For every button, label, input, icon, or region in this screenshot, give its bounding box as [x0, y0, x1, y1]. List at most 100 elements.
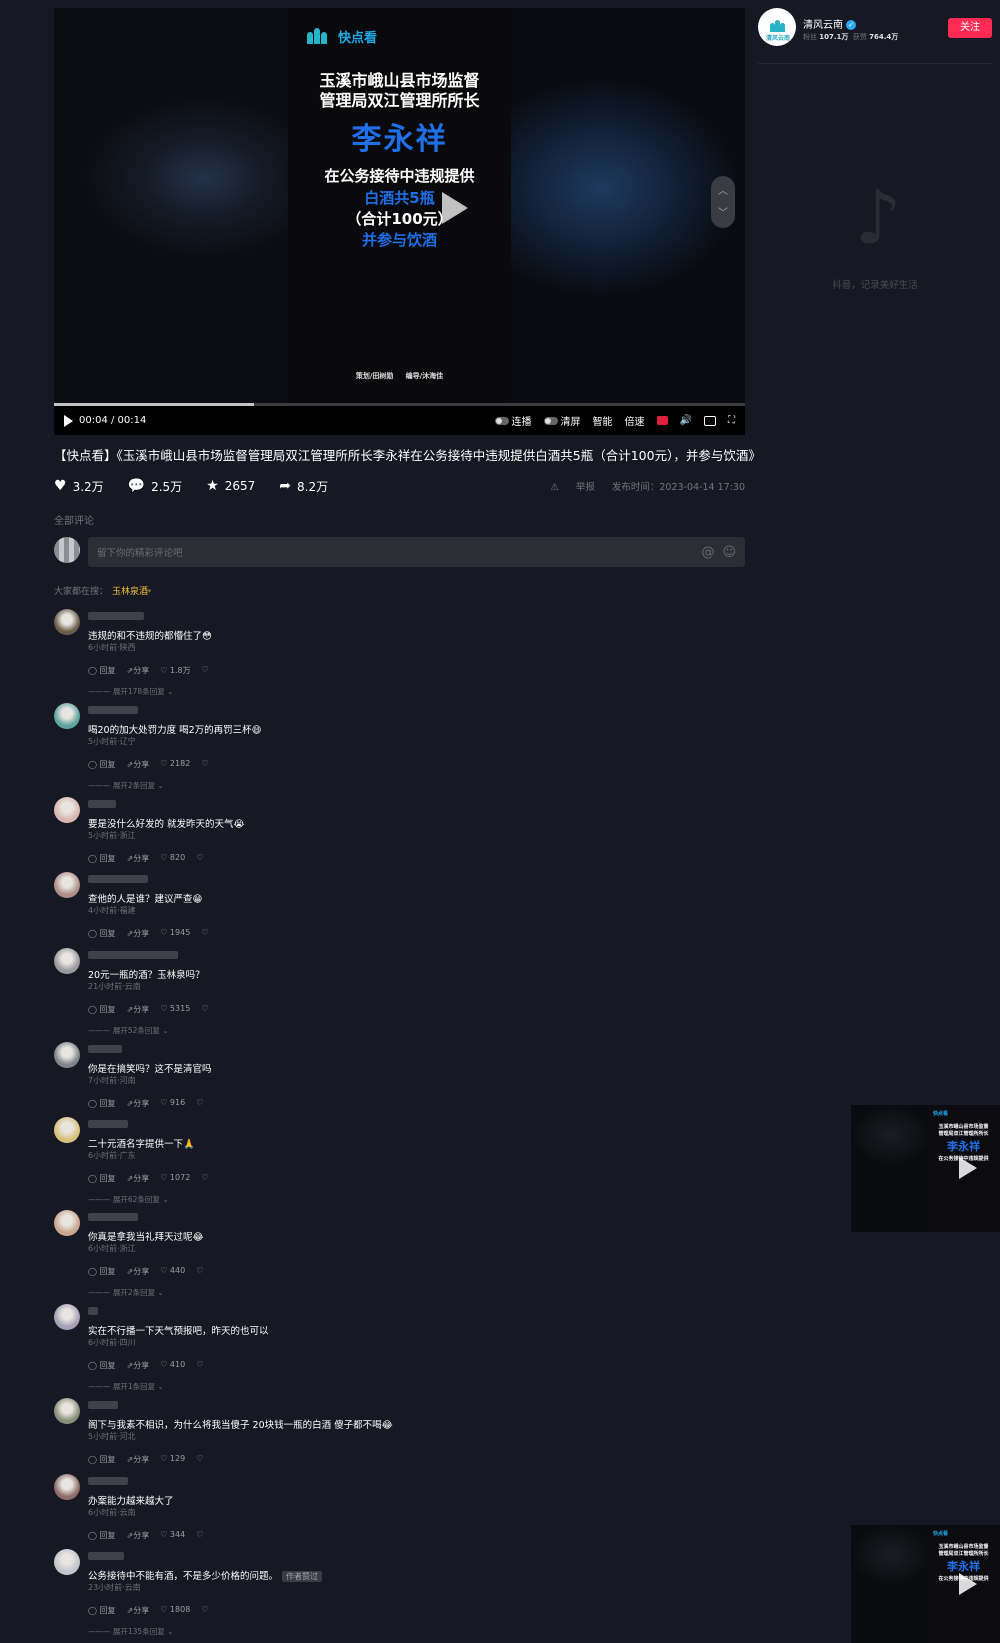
comment-button[interactable]: 💬 2.5万 — [128, 478, 183, 495]
avatar[interactable] — [54, 609, 80, 635]
like-button[interactable]: ♥ 3.2万 — [54, 478, 104, 495]
like-button[interactable]: ♡ 1945 — [160, 928, 190, 939]
share-button[interactable]: ⇗分享 — [127, 1004, 150, 1015]
avatar[interactable] — [54, 1549, 80, 1575]
like-button[interactable]: ♡ 1.8万 — [160, 665, 190, 676]
avatar[interactable] — [54, 1304, 80, 1330]
clearscreen-toggle[interactable]: 清屏 — [543, 413, 581, 428]
comment-nickname[interactable] — [88, 1045, 122, 1053]
share-button[interactable]: ➦ 8.2万 — [279, 478, 328, 495]
share-button[interactable]: ⇗分享 — [127, 853, 150, 864]
mention-icon[interactable]: @ — [701, 545, 714, 560]
video-switch-scroller[interactable]: ︿ ﹀ — [711, 176, 735, 228]
reply-button[interactable]: ◯ 回复 — [88, 759, 116, 770]
author-avatar[interactable]: 清风云南 — [758, 8, 796, 46]
emoji-icon[interactable]: ☺ — [722, 545, 736, 560]
speed-button[interactable]: 倍速 — [625, 413, 645, 428]
share-button[interactable]: ⇗分享 — [127, 1530, 150, 1541]
expand-replies-link[interactable]: ——— 展开1条回复 ⌄ — [88, 1381, 164, 1392]
avatar[interactable] — [54, 872, 80, 898]
favorite-button[interactable]: ★ 2657 — [206, 478, 255, 494]
like-button[interactable]: ♡ 916 — [160, 1098, 185, 1109]
reply-button[interactable]: ◯ 回复 — [88, 1454, 116, 1465]
chevron-up-icon[interactable]: ︿ — [711, 182, 735, 197]
pip-button[interactable] — [704, 415, 716, 426]
expand-replies-link[interactable]: ——— 展开2条回复 ⌄ — [88, 780, 164, 791]
dislike-button[interactable]: ♡ — [196, 1098, 203, 1109]
reply-button[interactable]: ◯ 回复 — [88, 928, 116, 939]
reply-button[interactable]: ◯ 回复 — [88, 1605, 116, 1616]
comment-nickname[interactable] — [88, 1213, 138, 1221]
reply-button[interactable]: ◯ 回复 — [88, 665, 116, 676]
avatar[interactable] — [54, 1398, 80, 1424]
share-button[interactable]: ⇗分享 — [127, 1454, 150, 1465]
avatar[interactable] — [54, 703, 80, 729]
expand-replies-link[interactable]: ——— 展开178条回复 ⌄ — [88, 686, 173, 697]
share-button[interactable]: ⇗分享 — [127, 665, 150, 676]
expand-replies-link[interactable]: ——— 展开135条回复 ⌄ — [88, 1626, 173, 1637]
avatar[interactable] — [54, 948, 80, 974]
comment-nickname[interactable] — [88, 612, 144, 620]
search-suggestion-link[interactable]: 玉林泉酒 — [112, 587, 148, 597]
chevron-down-icon[interactable]: ﹀ — [711, 204, 735, 219]
author-name[interactable]: 清风云南 ✓ — [803, 16, 856, 31]
share-button[interactable]: ⇗分享 — [127, 928, 150, 939]
fullscreen-button[interactable]: ⛶ — [728, 415, 735, 426]
dislike-button[interactable]: ♡ — [196, 1266, 203, 1277]
share-button[interactable]: ⇗分享 — [127, 1360, 150, 1371]
follow-button[interactable]: 关注 — [948, 18, 992, 38]
danmu-button[interactable] — [656, 416, 668, 425]
like-button[interactable]: ♡ 344 — [160, 1530, 185, 1541]
like-button[interactable]: ♡ 1072 — [160, 1173, 190, 1184]
comment-nickname[interactable] — [88, 800, 116, 808]
reply-button[interactable]: ◯ 回复 — [88, 1004, 116, 1015]
like-button[interactable]: ♡ 440 — [160, 1266, 185, 1277]
play-overlay-icon[interactable] — [442, 192, 468, 224]
comment-nickname[interactable] — [88, 1401, 118, 1409]
comment-nickname[interactable] — [88, 1552, 124, 1560]
dislike-button[interactable]: ♡ — [196, 1530, 203, 1541]
share-button[interactable]: ⇗分享 — [127, 1605, 150, 1616]
expand-replies-link[interactable]: ——— 展开62条回复 ⌄ — [88, 1194, 169, 1205]
autoplay-toggle[interactable]: 连播 — [494, 413, 532, 428]
dislike-button[interactable]: ♡ — [201, 759, 208, 770]
report-link[interactable]: ⚠ 举报 — [550, 482, 595, 493]
reply-button[interactable]: ◯ 回复 — [88, 1098, 116, 1109]
volume-button[interactable]: 🔊 — [680, 415, 692, 426]
dislike-button[interactable]: ♡ — [201, 1605, 208, 1616]
reply-button[interactable]: ◯ 回复 — [88, 853, 116, 864]
comment-nickname[interactable] — [88, 951, 178, 959]
share-button[interactable]: ⇗分享 — [127, 1173, 150, 1184]
avatar[interactable] — [54, 1474, 80, 1500]
share-button[interactable]: ⇗分享 — [127, 759, 150, 770]
comment-input[interactable]: 留下你的精彩评论吧 @ ☺ — [88, 537, 745, 567]
like-button[interactable]: ♡ 5315 — [160, 1004, 190, 1015]
comment-nickname[interactable] — [88, 1120, 128, 1128]
reply-button[interactable]: ◯ 回复 — [88, 1360, 116, 1371]
dislike-button[interactable]: ♡ — [201, 1173, 208, 1184]
comment-nickname[interactable] — [88, 1477, 128, 1485]
related-video-thumbnail[interactable]: 快点看 玉溪市峨山县市场监督 管理局双江管理所所长 李永祥 在公务接待中违规提供 — [851, 1525, 1000, 1643]
dislike-button[interactable]: ♡ — [201, 928, 208, 939]
like-button[interactable]: ♡ 410 — [160, 1360, 185, 1371]
reply-button[interactable]: ◯ 回复 — [88, 1530, 116, 1541]
comment-nickname[interactable] — [88, 706, 138, 714]
share-button[interactable]: ⇗分享 — [127, 1098, 150, 1109]
dislike-button[interactable]: ♡ — [196, 1360, 203, 1371]
reply-button[interactable]: ◯ 回复 — [88, 1173, 116, 1184]
avatar[interactable] — [54, 1210, 80, 1236]
avatar[interactable] — [54, 797, 80, 823]
like-button[interactable]: ♡ 2182 — [160, 759, 190, 770]
dislike-button[interactable]: ♡ — [196, 853, 203, 864]
play-icon[interactable] — [64, 414, 73, 427]
share-button[interactable]: ⇗分享 — [127, 1266, 150, 1277]
avatar[interactable] — [54, 1042, 80, 1068]
dislike-button[interactable]: ♡ — [202, 665, 209, 676]
video-player[interactable]: 快点看 玉溪市峨山县市场监督 管理局双江管理所所长 李永祥 在公务接待中违规提供… — [54, 8, 745, 435]
dislike-button[interactable]: ♡ — [201, 1004, 208, 1015]
comment-nickname[interactable] — [88, 1307, 98, 1315]
reply-button[interactable]: ◯ 回复 — [88, 1266, 116, 1277]
like-button[interactable]: ♡ 1808 — [160, 1605, 190, 1616]
dislike-button[interactable]: ♡ — [196, 1454, 203, 1465]
expand-replies-link[interactable]: ——— 展开2条回复 ⌄ — [88, 1287, 164, 1298]
